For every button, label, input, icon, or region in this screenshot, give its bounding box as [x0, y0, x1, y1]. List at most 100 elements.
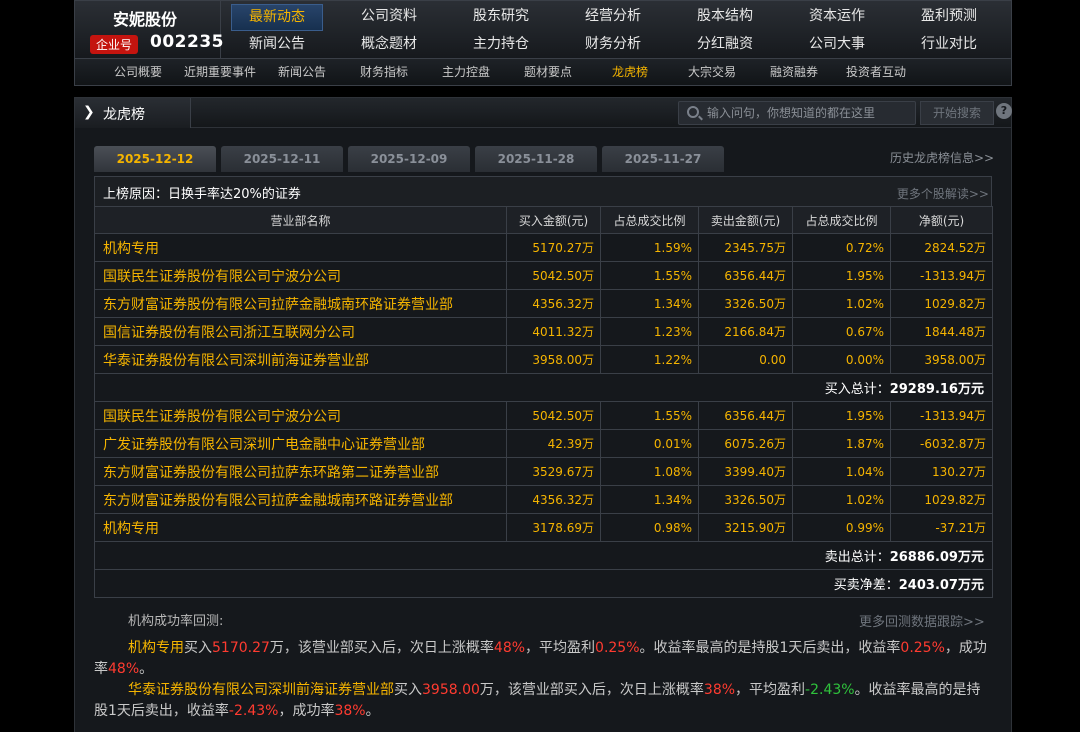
branch-name-cell[interactable]: 机构专用	[94, 513, 507, 542]
backtest-paragraph-2: 华泰证券股份有限公司深圳前海证券营业部买入3958.00万，该营业部买入后，次日…	[94, 682, 981, 719]
backtest-seat[interactable]: 机构专用	[128, 640, 184, 656]
date-tab[interactable]: 2025-12-11	[221, 146, 343, 172]
company-brand: 安妮股份 企业号 002235	[75, 1, 224, 59]
col-header-buy-amount: 买入金额(元)	[506, 206, 601, 234]
date-tab[interactable]: 2025-12-09	[348, 146, 470, 172]
branch-name-cell[interactable]: 机构专用	[94, 233, 507, 262]
subnav-dragon-tiger[interactable]: 龙虎榜	[589, 59, 671, 85]
nav-main-holdings[interactable]: 主力持仓	[445, 32, 557, 59]
backtest-seat[interactable]: 华泰证券股份有限公司深圳前海证券营业部	[128, 682, 394, 698]
subnav-theme-points[interactable]: 题材要点	[507, 59, 589, 85]
date-tab[interactable]: 2025-11-27	[602, 146, 724, 172]
sell-amount-cell: 6356.44万	[698, 261, 793, 290]
sell-ratio-cell: 0.67%	[792, 317, 891, 346]
subnav-news[interactable]: 新闻公告	[261, 59, 343, 85]
subnav-block-trades[interactable]: 大宗交易	[671, 59, 753, 85]
reason-label: 上榜原因：日换手率达20%的证券	[103, 187, 301, 202]
table-row: 东方财富证券股份有限公司拉萨东环路第二证券营业部 3529.67万 1.08% 339…	[94, 457, 993, 486]
search-box	[678, 101, 916, 125]
sell-amount-cell: 3215.90万	[698, 513, 793, 542]
table-row: 国联民生证券股份有限公司宁波分公司 5042.50万 1.55% 6356.44万 1.…	[94, 401, 993, 430]
branch-name-cell[interactable]: 东方财富证券股份有限公司拉萨金融城南环路证券营业部	[94, 485, 507, 514]
buy-rows: 机构专用 5170.27万 1.59% 2345.75万 0.72% 2824.52万 国联…	[94, 233, 993, 374]
sell-ratio-cell: 1.04%	[792, 457, 891, 486]
nav-capital-structure[interactable]: 股本结构	[669, 4, 781, 31]
col-header-branch: 营业部名称	[94, 206, 507, 234]
net-amount-cell: 3958.00万	[890, 345, 993, 374]
dragon-tiger-table: 营业部名称 买入金额(元) 占总成交比例 卖出金额(元) 占总成交比例 净额(元…	[94, 206, 993, 598]
sell-ratio-cell: 1.02%	[792, 289, 891, 318]
search-icon	[687, 106, 699, 118]
buy-amount-cell: 3178.69万	[506, 513, 601, 542]
sell-ratio-cell: 0.00%	[792, 345, 891, 374]
sub-nav: 公司概要 近期重要事件 新闻公告 财务指标 主力控盘 题材要点 龙虎榜 大宗交易…	[74, 58, 1012, 86]
top-header: 安妮股份 企业号 002235 最新动态 公司资料 股东研究 经营分析 股本结构…	[74, 0, 1012, 59]
history-dragon-tiger-link[interactable]: 历史龙虎榜信息>>	[890, 149, 994, 166]
subnav-main-control[interactable]: 主力控盘	[425, 59, 507, 85]
buy-ratio-cell: 1.34%	[600, 289, 699, 318]
help-icon[interactable]: ?	[996, 103, 1012, 119]
table-row: 机构专用 3178.69万 0.98% 3215.90万 0.99% -37.21万	[94, 513, 993, 542]
subnav-investor-interaction[interactable]: 投资者互动	[835, 59, 917, 85]
buy-amount-cell: 4356.32万	[506, 485, 601, 514]
search-input[interactable]	[707, 104, 912, 122]
date-tabs: 2025-12-12 2025-12-11 2025-12-09 2025-11…	[94, 146, 729, 172]
net-amount-cell: 130.27万	[890, 457, 993, 486]
buy-ratio-cell: 1.22%	[600, 345, 699, 374]
buy-total-value: 29289.16	[889, 382, 958, 397]
buy-amount-cell: 4011.32万	[506, 317, 601, 346]
nav-company-info[interactable]: 公司资料	[333, 4, 445, 31]
sell-amount-cell: 6356.44万	[698, 401, 793, 430]
nav-profit-forecast[interactable]: 盈利预测	[893, 4, 1005, 31]
date-tab[interactable]: 2025-11-28	[475, 146, 597, 172]
branch-name-cell[interactable]: 国联民生证券股份有限公司宁波分公司	[94, 401, 507, 430]
panel-title: 龙虎榜	[103, 107, 145, 123]
nav-concept-themes[interactable]: 概念题材	[333, 32, 445, 59]
buy-total-row: 买入总计：29289.16万元	[94, 373, 993, 402]
col-header-buy-ratio: 占总成交比例	[600, 206, 699, 234]
listing-reason: 上榜原因：日换手率达20%的证券 更多个股解读>>	[94, 176, 992, 206]
col-header-net: 净额(元)	[890, 206, 993, 234]
branch-name-cell[interactable]: 国信证券股份有限公司浙江互联网分公司	[94, 317, 507, 346]
buy-amount-cell: 5042.50万	[506, 261, 601, 290]
subnav-financial-indicators[interactable]: 财务指标	[343, 59, 425, 85]
more-backtest-link[interactable]: 更多回测数据跟踪>>	[859, 611, 985, 630]
nav-industry-comparison[interactable]: 行业对比	[893, 32, 1005, 59]
sell-ratio-cell: 1.87%	[792, 429, 891, 458]
branch-name-cell[interactable]: 国联民生证券股份有限公司宁波分公司	[94, 261, 507, 290]
table-row: 国信证券股份有限公司浙江互联网分公司 4011.32万 1.23% 2166.84万 0…	[94, 317, 993, 346]
stock-code: 002235	[150, 32, 224, 52]
branch-name-cell[interactable]: 东方财富证券股份有限公司拉萨东环路第二证券营业部	[94, 457, 507, 486]
nav-capital-operation[interactable]: 资本运作	[781, 4, 893, 31]
table-row: 东方财富证券股份有限公司拉萨金融城南环路证券营业部 4356.32万 1.34% 33…	[94, 289, 993, 318]
nav-company-events[interactable]: 公司大事	[781, 32, 893, 59]
subnav-overview[interactable]: 公司概要	[97, 59, 179, 85]
buy-amount-cell: 3958.00万	[506, 345, 601, 374]
nav-news-announcements[interactable]: 新闻公告	[221, 32, 333, 59]
net-amount-cell: -37.21万	[890, 513, 993, 542]
buy-ratio-cell: 0.01%	[600, 429, 699, 458]
enterprise-badge[interactable]: 企业号	[90, 35, 139, 54]
col-header-sell-ratio: 占总成交比例	[792, 206, 891, 234]
subnav-margin-trading[interactable]: 融资融券	[753, 59, 835, 85]
table-row: 国联民生证券股份有限公司宁波分公司 5042.50万 1.55% 6356.44万 1.…	[94, 261, 993, 290]
branch-name-cell[interactable]: 东方财富证券股份有限公司拉萨金融城南环路证券营业部	[94, 289, 507, 318]
subnav-recent-events[interactable]: 近期重要事件	[179, 59, 261, 85]
net-amount-cell: 2824.52万	[890, 233, 993, 262]
buy-ratio-cell: 1.55%	[600, 401, 699, 430]
nav-shareholder-research[interactable]: 股东研究	[445, 4, 557, 31]
nav-dividend-financing[interactable]: 分红融资	[669, 32, 781, 59]
nav-business-analysis[interactable]: 经营分析	[557, 4, 669, 31]
nav-financial-analysis[interactable]: 财务分析	[557, 32, 669, 59]
start-search-button[interactable]: 开始搜索	[920, 101, 994, 125]
net-total-row: 买卖净差：2403.07万元	[94, 569, 993, 598]
branch-name-cell[interactable]: 华泰证券股份有限公司深圳前海证券营业部	[94, 345, 507, 374]
sell-amount-cell: 3326.50万	[698, 485, 793, 514]
table-row: 华泰证券股份有限公司深圳前海证券营业部 3958.00万 1.22% 0.00 0.00…	[94, 345, 993, 374]
date-tab[interactable]: 2025-12-12	[94, 146, 216, 172]
branch-name-cell[interactable]: 广发证券股份有限公司深圳广电金融中心证券营业部	[94, 429, 507, 458]
reason-text: 日换手率达20%的证券	[168, 187, 301, 202]
buy-amount-cell: 5170.27万	[506, 233, 601, 262]
nav-latest-news[interactable]: 最新动态	[231, 4, 323, 31]
more-interpretation-link[interactable]: 更多个股解读>>	[897, 185, 989, 202]
